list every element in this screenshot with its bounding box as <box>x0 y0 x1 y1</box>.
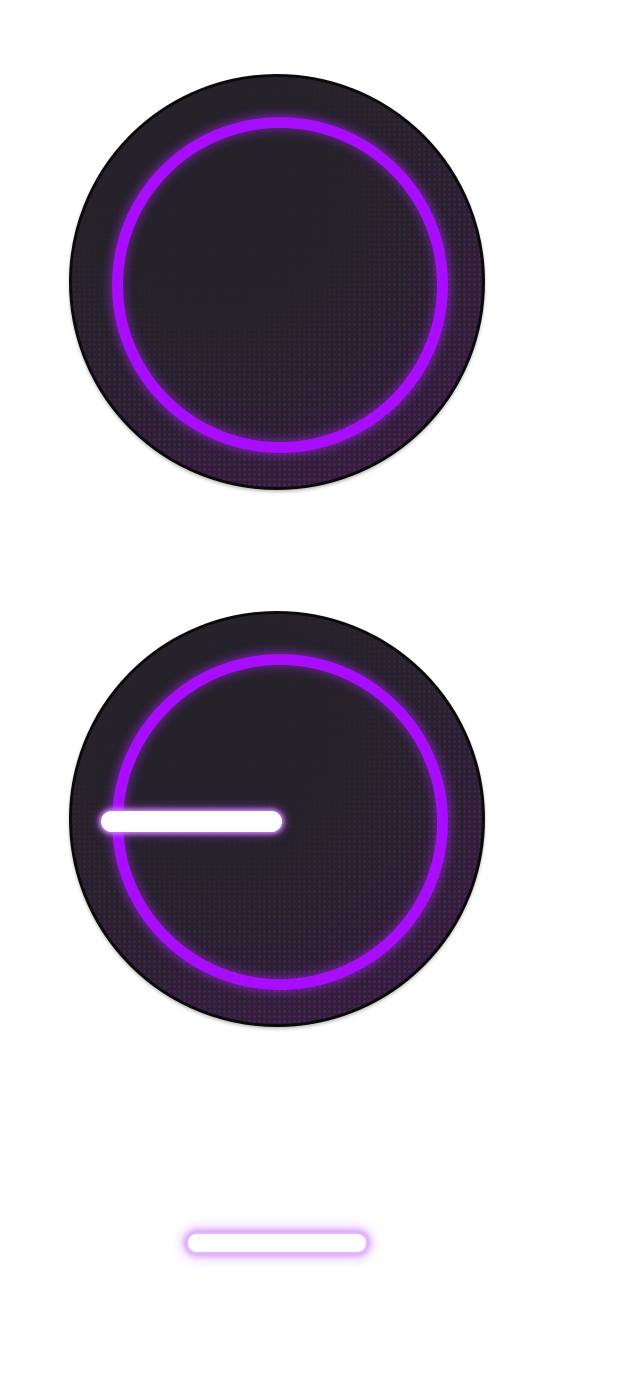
rotary-knob-top[interactable] <box>69 74 485 490</box>
rotary-knob-bottom[interactable] <box>69 611 485 1027</box>
knob-glow-ring <box>112 117 448 453</box>
glowing-bar-handle[interactable] <box>186 1232 368 1254</box>
knob-indicator-handle[interactable] <box>101 811 282 832</box>
